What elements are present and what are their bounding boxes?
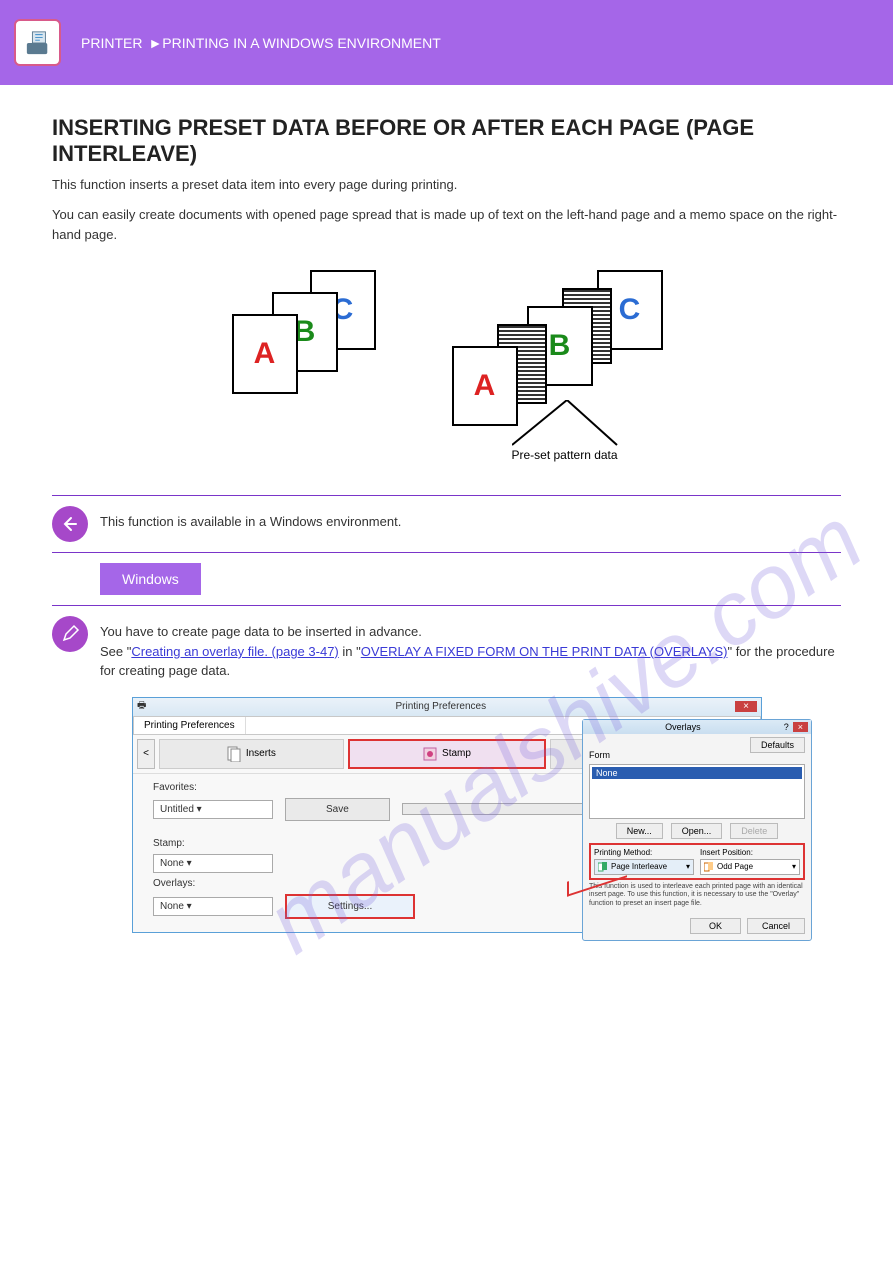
new-button[interactable]: New... [616,823,663,839]
screenshot-printing-preferences: 🖶 Printing Preferences × Printing Prefer… [132,697,772,933]
tab-stamp[interactable]: Stamp [348,739,547,769]
dialog-note: This function is used to interleave each… [589,883,805,908]
platform-badge-row: Windows [52,552,841,605]
dialog-close-icon[interactable]: × [793,722,808,732]
diagram-caption: Pre-set pattern data [512,448,618,462]
section-paragraph-2: You can easily create documents with ope… [52,205,841,245]
printing-method-label: Printing Method: [594,848,694,857]
insert-position-label: Insert Position: [700,848,800,857]
inserts-icon [227,746,241,762]
close-icon[interactable]: × [735,701,757,712]
breadcrumb: PRINTER ►PRINTING IN A WINDOWS ENVIRONME… [81,35,441,51]
printer-section-icon [14,19,61,66]
stamp-select[interactable]: None ▾ [153,854,273,873]
defaults-button[interactable]: Defaults [750,737,805,753]
ok-button[interactable]: OK [690,918,741,934]
form-listbox[interactable]: None [589,764,805,819]
insert-position-select[interactable]: Odd Page▾ [700,859,800,875]
top-banner: PRINTER ►PRINTING IN A WINDOWS ENVIRONME… [0,0,893,85]
open-button[interactable]: Open... [671,823,723,839]
note-row-prereq: You have to create page data to be inser… [52,605,841,691]
section-heading: INSERTING PRESET DATA BEFORE OR AFTER EA… [52,115,841,167]
delete-button[interactable]: Delete [730,823,778,839]
save-button[interactable]: Save [285,798,390,821]
window-titlebar: 🖶 Printing Preferences × [133,698,761,716]
callout-line [512,400,622,450]
link-creating-overlay[interactable]: Creating an overlay file. (page 3-47) [131,644,338,659]
tab-inserts[interactable]: Inserts [159,739,344,769]
cancel-button[interactable]: Cancel [747,918,805,934]
odd-page-icon [704,862,714,872]
favorites-select[interactable]: Untitled ▾ [153,800,273,819]
tab-nav-prev[interactable]: < [137,739,155,769]
pencil-icon [52,616,88,652]
overlays-dialog: Overlays ?× Defaults Form None New... Op… [582,719,812,941]
overlays-dialog-title: Overlays [665,722,701,732]
settings-button[interactable]: Settings... [285,894,415,919]
return-icon [52,506,88,542]
windows-badge: Windows [100,563,201,595]
stamp-icon [423,747,437,761]
link-overlay-fixed-form[interactable]: OVERLAY A FIXED FORM ON THE PRINT DATA (… [361,644,728,659]
note-row-environment: This function is available in a Windows … [52,495,841,552]
interleave-diagram: C B A C B A Pre-set pattern data [52,270,841,460]
overlays-select[interactable]: None ▾ [153,897,273,916]
section-paragraph-1: This function inserts a preset data item… [52,175,841,195]
printer-icon: 🖶 [137,698,146,715]
tab-printing-preferences[interactable]: Printing Preferences [134,717,246,734]
